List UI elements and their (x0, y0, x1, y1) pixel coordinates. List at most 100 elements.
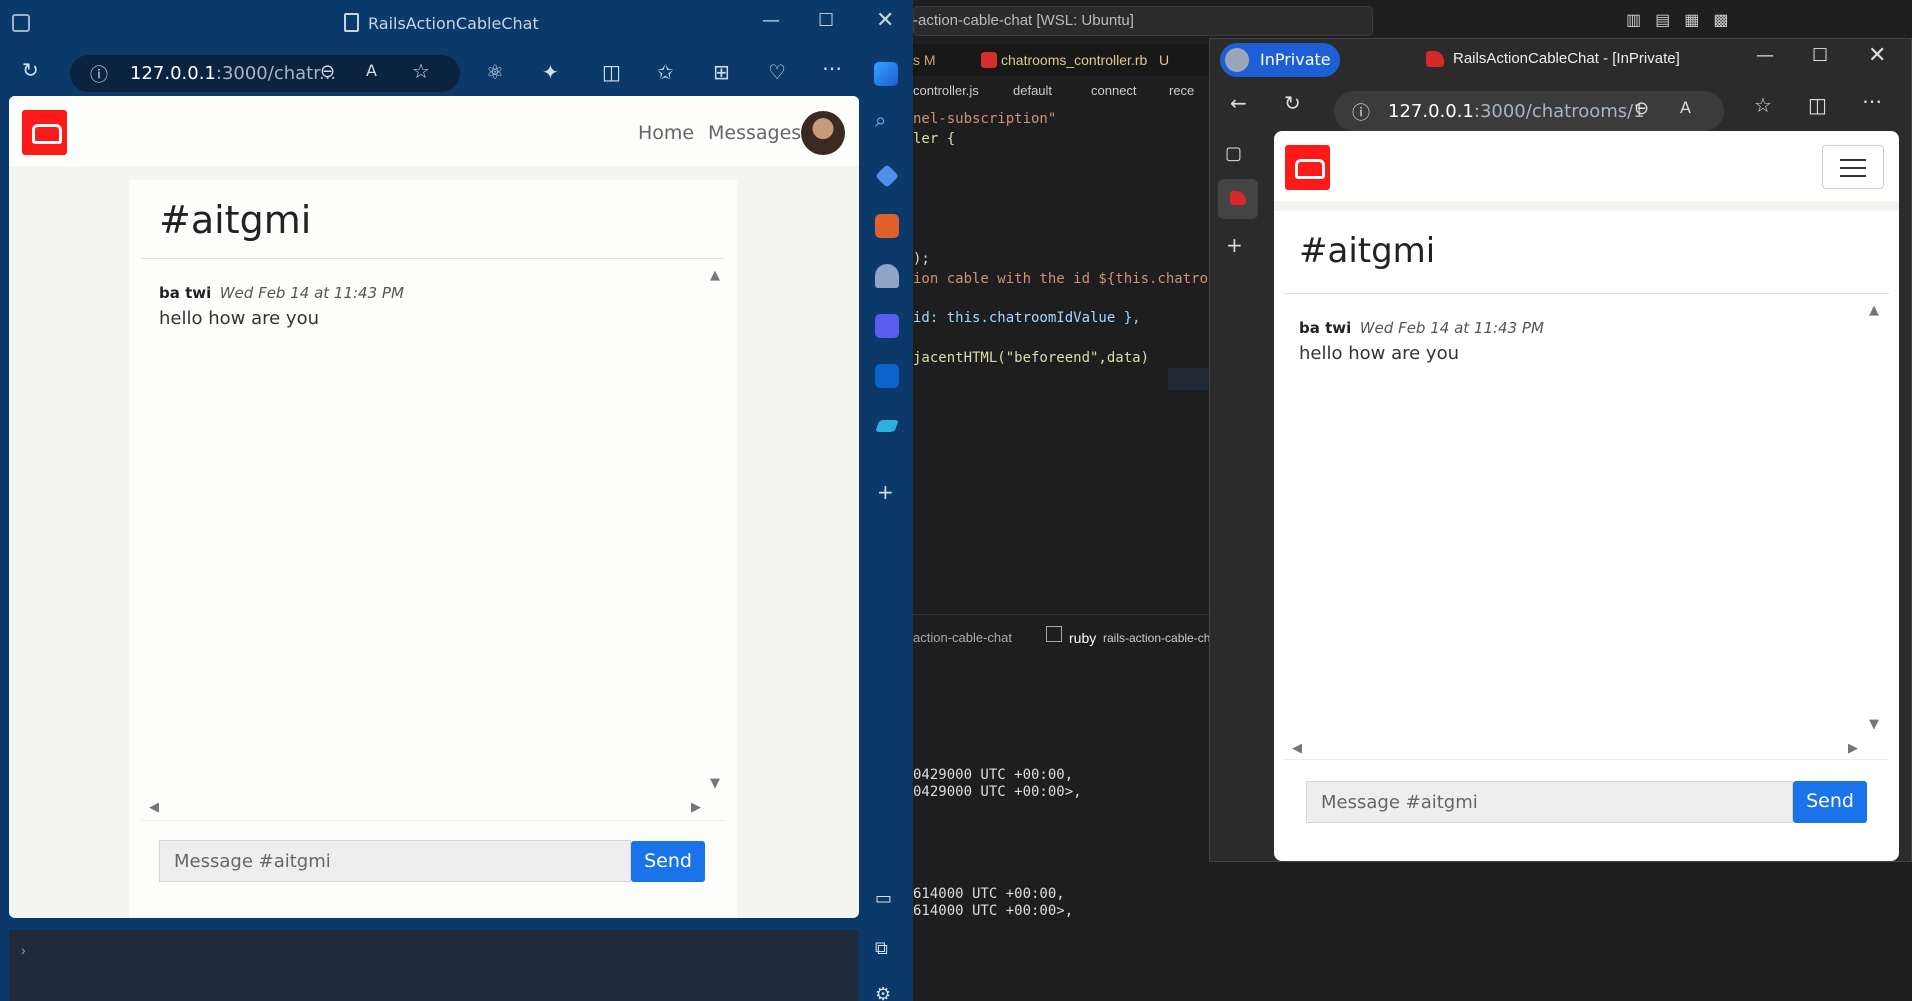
navbar-toggler[interactable] (1822, 145, 1884, 189)
workspaces-icon[interactable] (12, 14, 30, 32)
nav-home[interactable]: Home (638, 122, 694, 144)
zoom-icon[interactable]: ⊖ (1634, 98, 1649, 119)
refresh-icon[interactable]: ↻ (1284, 91, 1301, 115)
tab-chatrooms-controller[interactable]: chatrooms_controller.rb (1001, 52, 1147, 68)
inprivate-badge[interactable]: InPrivate (1220, 43, 1340, 77)
breadcrumb-file[interactable]: controller.js (913, 83, 979, 98)
sidebar-panel-icon[interactable]: ▭ (875, 888, 892, 909)
devtools-panel: › (9, 930, 859, 1001)
copilot-icon[interactable] (874, 62, 898, 86)
minimize-icon[interactable]: — (762, 10, 780, 31)
breadcrumb-connect[interactable]: connect (1091, 83, 1137, 98)
terminal-tab-ruby[interactable]: ruby (1069, 630, 1096, 646)
address-text: 127.0.0.1:3000/chatr... (130, 63, 336, 84)
avatar[interactable] (801, 111, 845, 155)
tab-partial[interactable]: s M (913, 52, 936, 68)
new-tab-icon[interactable]: + (1226, 233, 1243, 257)
more-icon[interactable]: ⋯ (1862, 89, 1882, 113)
refresh-icon[interactable]: ↻ (22, 58, 39, 82)
breadcrumb-receive[interactable]: rece (1169, 83, 1194, 98)
more-icon[interactable]: ⋯ (822, 56, 842, 80)
breadcrumb-default[interactable]: default (1013, 83, 1052, 98)
extensions-icon[interactable]: ✦ (542, 60, 559, 84)
message-body: hello how are you (159, 308, 319, 329)
code-line: id: this.chatroomIdValue }, (913, 310, 1141, 326)
favorites-icon[interactable]: ✩ (657, 60, 674, 84)
toggle-panel-icon[interactable]: ▤ (1655, 10, 1670, 30)
code-line: ); (913, 251, 930, 267)
nav-messages[interactable]: Messages (708, 122, 801, 144)
customize-layout-icon[interactable]: ▩ (1713, 10, 1728, 30)
open-external-icon[interactable]: ⧉ (875, 938, 888, 959)
address-bar[interactable]: ⓘ 127.0.0.1:3000/chatrooms/1 ⊖ A (1334, 91, 1724, 131)
send-button[interactable]: Send (631, 841, 705, 882)
vertical-tab-active[interactable] (1218, 179, 1258, 219)
split-screen-icon[interactable]: ◫ (1808, 93, 1827, 117)
extension-react-icon[interactable]: ⚛ (486, 60, 504, 84)
favorite-icon[interactable]: ☆ (1754, 93, 1772, 117)
message-item: ba twi Wed Feb 14 at 11:43 PM (1299, 319, 1544, 338)
code-line: jacentHTML("beforeend",data) (913, 350, 1150, 366)
message-input[interactable]: Message #aitgmi (1306, 781, 1793, 823)
zoom-icon[interactable]: ⊖ (320, 61, 335, 82)
app-logo[interactable] (22, 110, 67, 155)
microsoft-365-icon[interactable] (875, 314, 899, 338)
drop-icon[interactable] (875, 420, 899, 432)
scroll-right-arrow[interactable]: ▶ (691, 800, 701, 815)
navbar: Home Messages (9, 96, 859, 166)
minimize-icon[interactable]: — (1756, 45, 1774, 66)
collections-icon[interactable]: ⊞ (713, 60, 730, 84)
maximize-icon[interactable]: ☐ (818, 10, 834, 31)
terminal-tab-path[interactable]: rails-action-cable-ch (1103, 631, 1210, 645)
favorite-icon[interactable]: ☆ (412, 59, 430, 83)
scroll-up-arrow[interactable]: ▲ (710, 268, 720, 283)
add-icon[interactable]: + (877, 480, 894, 504)
message-author: ba twi (159, 284, 212, 302)
scroll-up-arrow[interactable]: ▲ (1869, 303, 1879, 318)
message-input[interactable]: Message #aitgmi (159, 840, 631, 882)
scroll-down-arrow[interactable]: ▼ (1869, 717, 1879, 732)
split-screen-icon[interactable]: ◫ (602, 60, 621, 84)
address-host: 127.0.0.1 (130, 63, 216, 84)
close-icon[interactable]: ✕ (876, 8, 894, 33)
read-aloud-icon[interactable]: A (1680, 98, 1691, 117)
terminal-line: 0429000 UTC +00:00, (913, 767, 1074, 783)
tab-untracked-badge: U (1159, 52, 1170, 68)
page-content: Home Messages #aitgmi ba twi Wed Feb 14 … (9, 96, 859, 918)
hamburger-icon-line (1840, 175, 1866, 177)
send-button[interactable]: Send (1793, 781, 1867, 823)
divider (141, 258, 724, 259)
settings-icon[interactable]: ⚙ (875, 984, 891, 1001)
scrollbar-track (141, 820, 724, 821)
browser-window-left: RailsActionCableChat — ☐ ✕ ↻ ⓘ 127.0.0.1… (0, 0, 913, 1001)
site-info-icon[interactable]: ⓘ (90, 61, 108, 87)
toggle-secondary-sidebar-icon[interactable]: ▦ (1684, 10, 1699, 30)
maximize-icon[interactable]: ☐ (1812, 45, 1828, 66)
shopping-icon[interactable] (875, 164, 899, 188)
search-icon[interactable]: ⌕ (875, 108, 886, 132)
chatroom-card: #aitgmi ba twi Wed Feb 14 at 11:43 PM he… (129, 180, 737, 918)
site-info-icon[interactable]: ⓘ (1352, 99, 1370, 125)
outlook-icon[interactable] (875, 364, 899, 388)
scroll-left-arrow[interactable]: ◀ (149, 800, 159, 815)
chatroom-title: #aitgmi (159, 198, 312, 242)
address-host: 127.0.0.1 (1388, 101, 1474, 122)
tools-icon[interactable] (875, 214, 899, 238)
scroll-left-arrow[interactable]: ◀ (1292, 741, 1302, 756)
read-aloud-icon[interactable]: A (366, 61, 377, 80)
app-logo[interactable] (1285, 145, 1330, 190)
browser-essentials-icon[interactable]: ♡ (768, 60, 786, 84)
scroll-right-arrow[interactable]: ▶ (1848, 741, 1858, 756)
titlebar: RailsActionCableChat — ☐ ✕ (0, 0, 913, 48)
back-icon[interactable]: ← (1230, 91, 1247, 115)
tab-actions-icon[interactable]: ▢ (1225, 143, 1242, 164)
console-prompt-icon[interactable]: › (21, 942, 26, 958)
layout-controls: ▥ ▤ ▦ ▩ (1626, 10, 1729, 30)
games-icon[interactable] (875, 264, 899, 288)
close-icon[interactable]: ✕ (1868, 43, 1886, 68)
toggle-sidebar-icon[interactable]: ▥ (1626, 10, 1641, 30)
scroll-down-arrow[interactable]: ▼ (710, 776, 720, 791)
address-bar[interactable]: ⓘ 127.0.0.1:3000/chatr... ⊖ A ☆ (70, 55, 460, 92)
message-timestamp: Wed Feb 14 at 11:43 PM (1359, 319, 1544, 337)
terminal-tab[interactable]: action-cable-chat (913, 630, 1012, 645)
